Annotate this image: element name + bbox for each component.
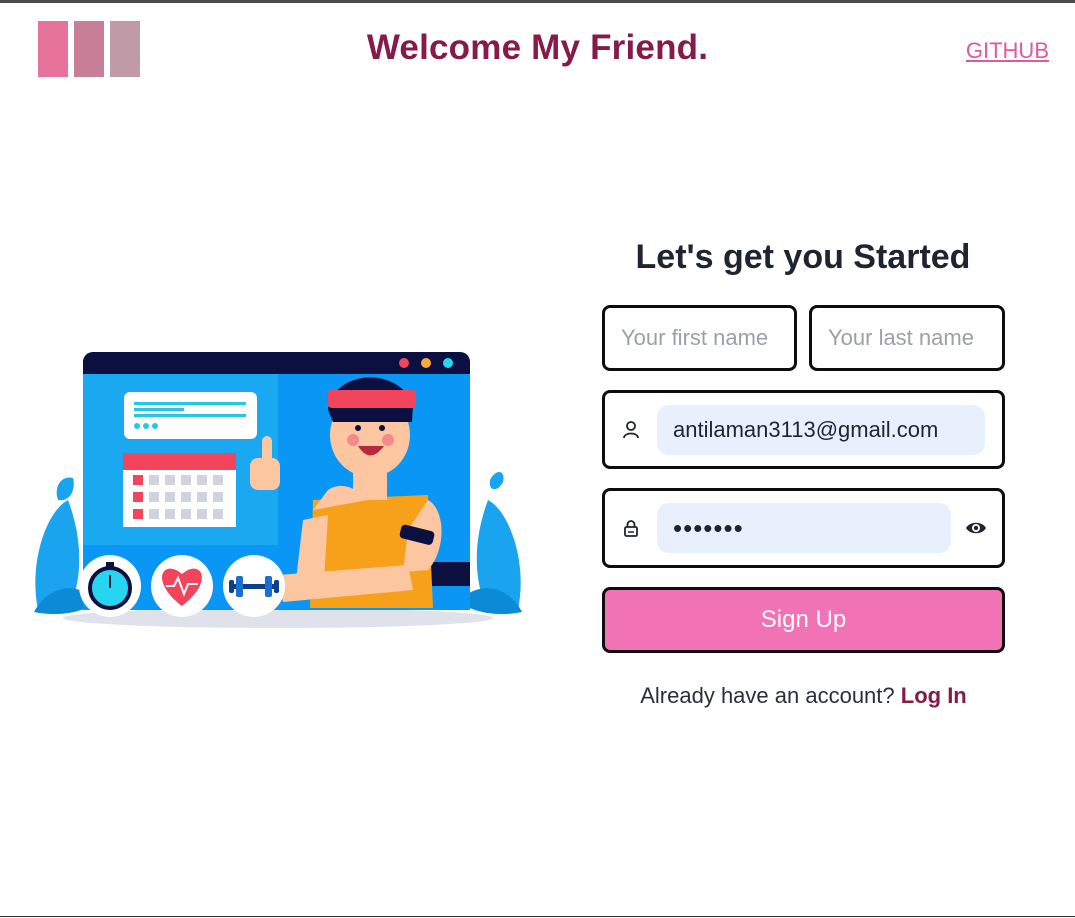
github-link[interactable]: GITHUB — [966, 38, 1049, 64]
login-prompt-line: Already have an account? Log In — [602, 683, 1005, 709]
last-name-field[interactable] — [809, 305, 1005, 371]
login-prompt-text: Already have an account? — [640, 683, 895, 708]
password-field[interactable]: ••••••• — [602, 488, 1005, 568]
first-name-field[interactable] — [602, 305, 797, 371]
top-border — [0, 0, 1075, 3]
page-title: Welcome My Friend. — [366, 28, 709, 67]
first-name-input[interactable] — [621, 325, 778, 351]
password-input[interactable]: ••••••• — [657, 503, 951, 553]
bottom-border — [0, 916, 1075, 917]
email-input[interactable]: antilaman3113@gmail.com — [657, 404, 985, 455]
sign-up-button[interactable]: Sign Up — [602, 587, 1005, 653]
email-field[interactable]: antilaman3113@gmail.com — [602, 390, 1005, 469]
fitness-illustration — [34, 352, 522, 628]
user-icon — [605, 420, 657, 440]
log-in-link[interactable]: Log In — [901, 683, 967, 708]
last-name-input[interactable] — [828, 325, 986, 351]
form-title: Let's get you Started — [635, 238, 971, 276]
lock-icon — [605, 518, 657, 538]
eye-icon[interactable] — [951, 516, 1001, 540]
